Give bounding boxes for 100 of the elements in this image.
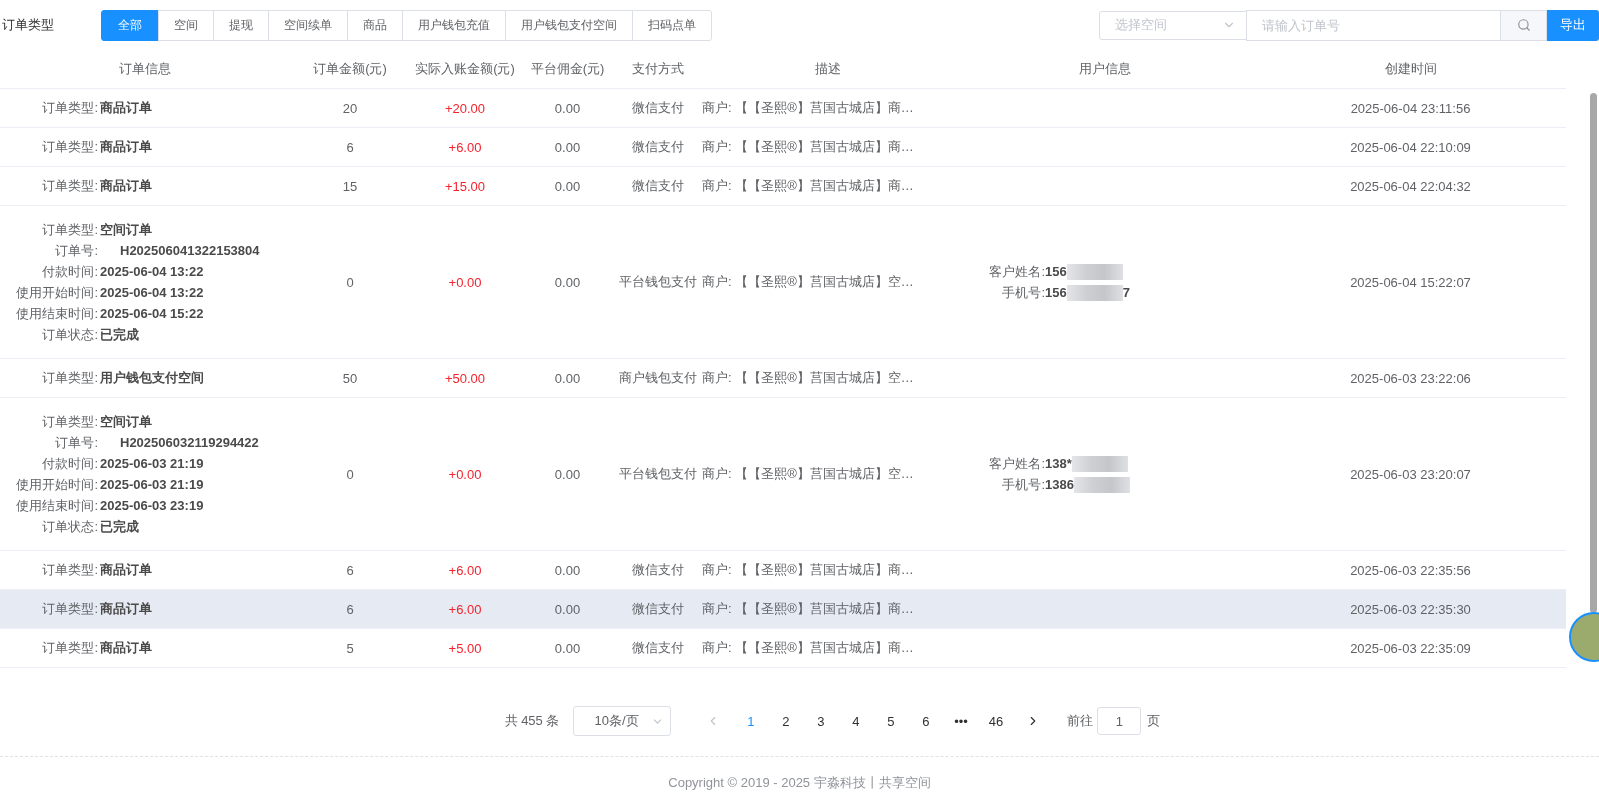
info-label: 付款时间:	[41, 454, 98, 473]
table-cell-text: +20.00	[443, 100, 487, 116]
blurred-block	[1071, 455, 1128, 472]
table-cell-text: 商户: 【【圣熙®】莒国古城店】商…	[701, 639, 915, 657]
table-cell-text: 商户钱包支付	[617, 369, 698, 387]
table-cell-text: 2025-06-03 22:35:30	[1349, 601, 1472, 617]
info-label: 订单类型:	[41, 177, 98, 195]
info-label: 订单类型:	[41, 561, 98, 579]
table-cell-text: +0.00	[447, 274, 483, 290]
page-size-select[interactable]: 10条/页	[573, 706, 672, 736]
info-label: 使用结束时间:	[15, 304, 98, 323]
info-label: 订单类型:	[41, 412, 98, 431]
info-label: 订单类型:	[41, 99, 98, 117]
info-label: 订单类型:	[41, 220, 98, 239]
table-row[interactable]: 订单类型:商品订单 6 +6.00 0.00 微信支付 商户: 【【圣熙®】莒国古城店】商… 2025-06-03 22:35:30	[0, 590, 1566, 629]
info-label: 使用结束时间:	[15, 496, 98, 515]
page-button[interactable]: 46	[978, 707, 1014, 735]
copyright-text: Copyright © 2019 - 2025 宇淼科技丨共享空间	[668, 774, 931, 792]
info-label: 订单号:	[54, 433, 98, 452]
table-cell-text: 2025-06-03 23:22:06	[1349, 370, 1472, 386]
column-header: 订单信息	[118, 60, 172, 78]
table-cell-text: 商户: 【【圣熙®】莒国古城店】商…	[701, 99, 915, 117]
filter-label: 订单类型	[1, 16, 55, 34]
page-button[interactable]: 6	[908, 707, 944, 735]
column-header: 平台佣金(元)	[529, 60, 606, 78]
goto-label: 前往	[1067, 712, 1094, 730]
order-search-field[interactable]: 请输入订单号	[1246, 9, 1501, 41]
page-button[interactable]: 2	[768, 707, 804, 735]
order-type-tab[interactable]: 商品	[347, 9, 403, 41]
order-type-tab[interactable]: 空间续单	[268, 9, 348, 41]
table-cell-text: +6.00	[447, 601, 483, 617]
column-header: 实际入账金额(元)	[414, 60, 516, 78]
table-cell-text: 50	[341, 370, 359, 386]
table-cell-text: 2025-06-04 23:11:56	[1349, 100, 1472, 116]
table-cell-text: 6	[345, 601, 355, 617]
search-icon	[1516, 18, 1531, 32]
column-header: 用户信息	[1078, 60, 1132, 78]
table-cell-text: 2025-06-03 23:20:07	[1349, 466, 1472, 482]
info-value: 已完成	[99, 517, 140, 536]
table-cell-text: 商户: 【【圣熙®】莒国古城店】商…	[701, 600, 915, 618]
info-value: 空间订单	[99, 220, 153, 239]
table-cell-text: 0.00	[553, 601, 582, 617]
user-value: 7	[1122, 285, 1130, 300]
info-value: 商品订单	[99, 138, 153, 156]
table-cell-text: 商户: 【【圣熙®】莒国古城店】空…	[701, 465, 915, 483]
info-value: H202506032119294422	[119, 435, 260, 450]
info-label: 订单状态:	[41, 325, 98, 344]
table-cell-text: 微信支付	[630, 138, 685, 156]
info-label: 订单类型:	[41, 600, 98, 618]
info-value: 商品订单	[99, 600, 153, 618]
search-button[interactable]	[1501, 9, 1547, 41]
table-cell-text: 商户: 【【圣熙®】莒国古城店】商…	[701, 138, 915, 156]
table-cell-text: 6	[345, 139, 355, 155]
column-header: 支付方式	[630, 60, 685, 78]
table-cell-text: 2025-06-04 15:22:07	[1349, 274, 1472, 290]
table-cell-text: 2025-06-04 22:10:09	[1349, 139, 1472, 155]
scrollbar[interactable]	[1590, 93, 1597, 613]
table-cell-text: +6.00	[447, 562, 483, 578]
user-label: 客户姓名:	[989, 262, 1045, 281]
table-cell-text: +15.00	[443, 178, 487, 194]
table-cell-text: 0.00	[553, 562, 582, 578]
info-value: 商品订单	[99, 639, 153, 657]
table-cell-text: 2025-06-04 22:04:32	[1349, 178, 1472, 194]
info-value: 2025-06-04 15:22	[99, 306, 205, 321]
column-header: 订单金额(元)	[312, 60, 388, 78]
goto-page-field[interactable]: 1	[1097, 707, 1142, 735]
table-cell-text: +6.00	[447, 139, 483, 155]
page-unit: 页	[1147, 712, 1161, 730]
order-type-tab[interactable]: 空间	[158, 9, 214, 41]
order-type-tab[interactable]: 扫码点单	[632, 9, 712, 41]
table-cell-text: 0	[345, 274, 355, 290]
info-value: 用户钱包支付空间	[99, 369, 205, 387]
user-value: 156	[1045, 264, 1067, 279]
table-cell-text: 0.00	[553, 139, 582, 155]
info-label: 使用开始时间:	[15, 283, 98, 302]
table-cell-text: 微信支付	[630, 561, 685, 579]
info-value: H202506041322153804	[119, 243, 261, 258]
table-cell-text: 商户: 【【圣熙®】莒国古城店】空…	[701, 273, 915, 291]
order-type-tab[interactable]: 用户钱包充值	[402, 9, 506, 41]
info-label: 使用开始时间:	[15, 475, 98, 494]
page-button[interactable]: •••	[943, 707, 979, 735]
table-cell-text: 平台钱包支付	[617, 465, 698, 483]
table-cell-text: 2025-06-03 22:35:09	[1349, 640, 1472, 656]
user-label: 手机号:	[1002, 283, 1045, 302]
page-button[interactable]: 5	[873, 707, 909, 735]
order-type-tab[interactable]: 提现	[213, 9, 269, 41]
info-value: 2025-06-03 21:19	[99, 456, 205, 471]
user-value: 156	[1045, 285, 1067, 300]
info-label: 订单类型:	[41, 639, 98, 657]
page-button[interactable]: 4	[838, 707, 874, 735]
table-cell-text: 0.00	[553, 370, 582, 386]
page-button[interactable]: 3	[803, 707, 839, 735]
table-cell-text: 微信支付	[630, 177, 685, 195]
table-cell-text: 商户: 【【圣熙®】莒国古城店】商…	[701, 177, 915, 195]
table-cell-text: 微信支付	[630, 639, 685, 657]
order-type-tab[interactable]: 用户钱包支付空间	[505, 9, 633, 41]
table-cell-text: 商户: 【【圣熙®】莒国古城店】商…	[701, 561, 915, 579]
table-cell-text: +0.00	[447, 466, 483, 482]
user-label: 客户姓名:	[989, 454, 1045, 473]
column-header: 描述	[813, 60, 842, 78]
